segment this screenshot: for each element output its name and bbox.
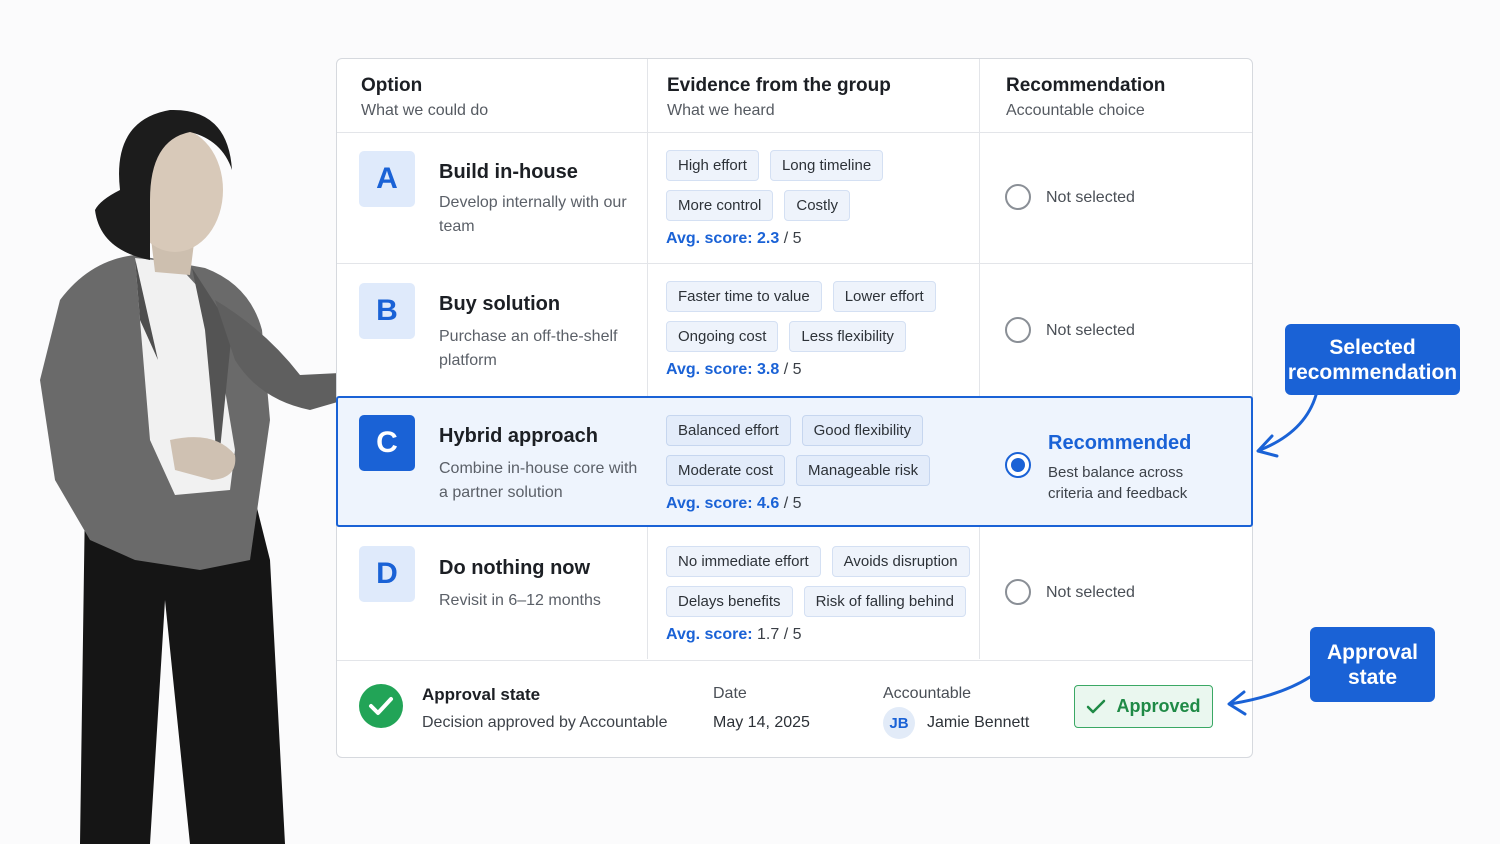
approved-status-button[interactable]: Approved bbox=[1074, 685, 1213, 728]
evidence-tag: Ongoing cost bbox=[666, 321, 779, 352]
option-description: Revisit in 6–12 months bbox=[439, 592, 601, 609]
date-value: May 14, 2025 bbox=[713, 714, 810, 731]
option-letter-badge: C bbox=[359, 415, 415, 471]
header-option: Option What we could do bbox=[361, 75, 488, 120]
evidence-tags: No immediate effort Avoids disruption Del… bbox=[666, 546, 996, 626]
evidence-tag: More control bbox=[666, 190, 774, 221]
score-max: / 5 bbox=[779, 626, 802, 643]
check-icon bbox=[1087, 699, 1106, 713]
radio-icon[interactable] bbox=[1005, 317, 1031, 343]
evidence-tags: Balanced effort Good flexibility Moderate… bbox=[666, 415, 986, 495]
evidence-tag: No immediate effort bbox=[666, 546, 821, 577]
score-label: Avg. score: bbox=[666, 361, 753, 378]
recommended-description: Best balance across criteria and feedbac… bbox=[1048, 464, 1188, 502]
option-title: Hybrid approach bbox=[439, 425, 598, 447]
evidence-tags: Faster time to value Lower effort Ongoing… bbox=[666, 281, 986, 361]
score-value: 4.6 bbox=[757, 495, 780, 512]
score-label: Avg. score: bbox=[666, 495, 753, 512]
evidence-tag: Manageable risk bbox=[796, 455, 931, 486]
evidence-tag: Long timeline bbox=[769, 150, 884, 181]
header-subtitle: What we could do bbox=[361, 102, 489, 119]
score-max: / 5 bbox=[779, 361, 802, 378]
evidence-tag: Balanced effort bbox=[666, 415, 791, 446]
approval-bar: Approval state Decision approved by Acco… bbox=[337, 661, 1252, 757]
evidence-tag: Avoids disruption bbox=[831, 546, 970, 577]
recommended-label: Recommended bbox=[1048, 432, 1192, 454]
approved-label: Approved bbox=[1116, 696, 1201, 716]
avg-score: Avg. score: 1.7 / 5 bbox=[666, 626, 801, 644]
option-title: Buy solution bbox=[439, 293, 561, 315]
avg-score: Avg. score: 3.8 / 5 bbox=[666, 361, 801, 379]
score-value: 3.8 bbox=[757, 361, 780, 378]
avg-score: Avg. score: 2.3 / 5 bbox=[666, 230, 801, 248]
recommendation-status: Not selected bbox=[1046, 189, 1135, 206]
evidence-tag: High effort bbox=[666, 150, 759, 181]
check-circle-icon bbox=[359, 684, 403, 728]
evidence-tag: Risk of falling behind bbox=[803, 586, 966, 617]
header-title: Evidence from the group bbox=[667, 75, 891, 96]
evidence-tag: Moderate cost bbox=[666, 455, 786, 486]
radio-icon[interactable] bbox=[1005, 579, 1031, 605]
evidence-tags: High effort Long timeline More control Cos… bbox=[666, 150, 986, 230]
header-subtitle: What we heard bbox=[667, 102, 775, 119]
callout-approval-state: Approval state bbox=[1310, 627, 1435, 702]
evidence-tag: Lower effort bbox=[832, 281, 936, 312]
option-row-c[interactable]: C Hybrid approach Combine in-house core … bbox=[336, 396, 1253, 527]
recommendation-status: Not selected bbox=[1046, 584, 1135, 601]
header-title: Recommendation bbox=[1006, 75, 1166, 96]
score-max: / 5 bbox=[779, 230, 802, 247]
evidence-tag: Less flexibility bbox=[789, 321, 906, 352]
score-max: / 5 bbox=[779, 495, 802, 512]
score-value: 1.7 bbox=[757, 626, 780, 643]
option-title: Do nothing now bbox=[439, 557, 591, 579]
accountable-name: Jamie Bennett bbox=[927, 714, 1030, 731]
option-description: Develop internally with our team bbox=[439, 194, 627, 235]
header-evidence: Evidence from the group What we heard bbox=[667, 75, 891, 120]
option-row-b[interactable]: B Buy solution Purchase an off-the-shelf… bbox=[337, 264, 1254, 396]
score-label: Avg. score: bbox=[666, 626, 753, 643]
callout-selected-recommendation: Selected recommendation bbox=[1285, 324, 1460, 395]
option-letter-badge: B bbox=[359, 283, 415, 339]
option-description: Purchase an off-the-shelf platform bbox=[439, 328, 618, 369]
header-subtitle: Accountable choice bbox=[1006, 102, 1145, 119]
option-letter-badge: A bbox=[359, 151, 415, 207]
radio-icon[interactable] bbox=[1005, 452, 1031, 478]
avatar: JB bbox=[883, 707, 915, 739]
option-description: Combine in-house core with a partner sol… bbox=[439, 460, 638, 501]
header-title: Option bbox=[361, 75, 423, 96]
approval-description: Decision approved by Accountable bbox=[422, 714, 668, 731]
recommendation-status: Not selected bbox=[1046, 322, 1135, 339]
date-label: Date bbox=[713, 685, 747, 702]
evidence-tag: Good flexibility bbox=[801, 415, 924, 446]
option-title: Build in-house bbox=[439, 161, 578, 183]
option-row-d[interactable]: D Do nothing now Revisit in 6–12 months … bbox=[337, 529, 1254, 660]
evidence-tag: Faster time to value bbox=[666, 281, 822, 312]
evidence-tag: Delays benefits bbox=[666, 586, 793, 617]
score-value: 2.3 bbox=[757, 230, 780, 247]
header-recommendation: Recommendation Accountable choice bbox=[1006, 75, 1165, 120]
evidence-tag: Costly bbox=[784, 190, 851, 221]
radio-icon[interactable] bbox=[1005, 184, 1031, 210]
avg-score: Avg. score: 4.6 / 5 bbox=[666, 495, 801, 513]
accountable-label: Accountable bbox=[883, 685, 972, 702]
score-label: Avg. score: bbox=[666, 230, 753, 247]
approval-title: Approval state bbox=[422, 685, 541, 704]
option-row-a[interactable]: A Build in-house Develop internally with… bbox=[337, 133, 1254, 263]
option-letter-badge: D bbox=[359, 546, 415, 602]
decision-matrix: Option What we could do Evidence from th… bbox=[336, 58, 1253, 758]
